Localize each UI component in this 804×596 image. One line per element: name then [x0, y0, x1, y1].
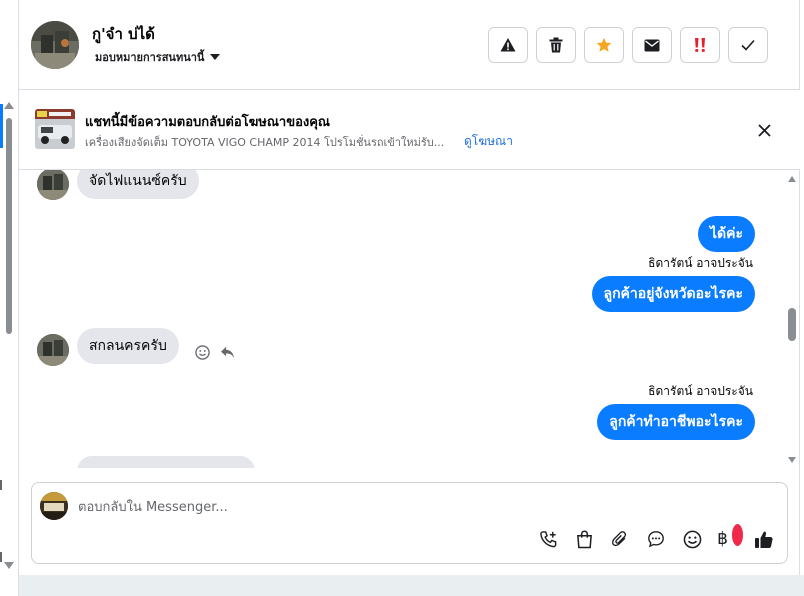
- scroll-up-arrow[interactable]: [788, 176, 796, 182]
- conversation-header: กู'จำ บ่ได้ มอบหมายการสนทนานี้: [19, 0, 800, 90]
- emoji-button[interactable]: [681, 528, 703, 550]
- close-banner-button[interactable]: [753, 119, 775, 141]
- sender-avatar: [37, 170, 69, 200]
- payment-button[interactable]: ฿: [717, 524, 743, 550]
- message-thread[interactable]: จัดไฟแนนซ์ครับ ได้ค่ะ ธิดารัตน์ อาจประจั…: [19, 170, 800, 468]
- header-actions: [488, 27, 768, 63]
- paperclip-icon: [612, 531, 627, 547]
- delete-button[interactable]: [536, 27, 576, 63]
- reply-icon: [221, 346, 234, 359]
- chat-bubble-icon: [648, 531, 664, 548]
- report-spam-button[interactable]: [488, 27, 528, 63]
- shop-button[interactable]: [573, 528, 595, 550]
- conversation-panel: กู'จำ บ่ได้ มอบหมายการสนทนานี้ แชทนี้มีข…: [19, 0, 800, 575]
- list-scrollbar-thumb[interactable]: [6, 118, 12, 334]
- mark-unread-button[interactable]: [632, 27, 672, 63]
- list-edge-mark: [0, 552, 2, 562]
- sender-name: ธิดารัตน์ อาจประจัน: [648, 256, 753, 270]
- incoming-message-partial[interactable]: [77, 456, 255, 468]
- react-button[interactable]: [195, 345, 210, 360]
- message-input[interactable]: [78, 496, 758, 518]
- outgoing-message[interactable]: ได้ค่ะ: [697, 216, 755, 252]
- view-ad-link[interactable]: ดูโฆษณา: [464, 132, 513, 151]
- assign-label: มอบหมายการสนทนานี้: [95, 51, 205, 64]
- notification-dot: [732, 524, 743, 546]
- follow-up-button[interactable]: [680, 27, 720, 63]
- warning-icon: [500, 38, 516, 52]
- window-edge: [800, 0, 804, 575]
- attach-button[interactable]: [609, 528, 631, 550]
- contact-avatar[interactable]: [31, 21, 79, 69]
- double-exclamation-icon: [695, 38, 705, 52]
- incoming-message[interactable]: จัดไฟแนนซ์ครับ: [77, 170, 199, 199]
- list-scroll-up-arrow[interactable]: [4, 102, 14, 109]
- check-icon: [741, 39, 755, 51]
- conversation-list-edge: [0, 0, 19, 596]
- reply-button[interactable]: [220, 346, 235, 359]
- sender-name: ธิดารัตน์ อาจประจัน: [648, 384, 753, 398]
- ad-banner-title: แชทนี้มีข้อความตอบกลับต่อโฆษณาของคุณ: [85, 115, 330, 130]
- assign-conversation-dropdown[interactable]: มอบหมายการสนทนานี้: [95, 48, 221, 66]
- shopping-bag-icon: [576, 530, 592, 548]
- star-button[interactable]: [584, 27, 624, 63]
- scrollbar-thumb[interactable]: [788, 308, 796, 341]
- trash-icon: [549, 37, 563, 53]
- like-button[interactable]: [753, 528, 775, 550]
- sender-avatar: [37, 334, 69, 366]
- outgoing-message[interactable]: ลูกค้าทำอาชีพอะไรคะ: [597, 404, 755, 440]
- baht-icon: ฿: [717, 529, 728, 549]
- message-tools: [195, 345, 235, 360]
- reply-composer: ฿: [31, 482, 788, 564]
- chevron-down-icon: [210, 54, 221, 60]
- outgoing-message[interactable]: ลูกค้าอยู่จังหวัดอะไรคะ: [591, 276, 755, 312]
- phone-plus-icon: [539, 530, 556, 547]
- incoming-message[interactable]: สกลนครครับ: [77, 328, 179, 364]
- emoji-icon: [683, 530, 701, 548]
- page-footer-band: [19, 575, 804, 596]
- ad-description: เครื่องเสียงจัดเต็ม TOYOTA VIGO CHAMP 20…: [85, 136, 445, 149]
- list-scroll-down-arrow[interactable]: [4, 562, 14, 569]
- call-button[interactable]: [537, 528, 559, 550]
- saved-replies-button[interactable]: [645, 528, 667, 550]
- close-icon: [757, 123, 771, 137]
- list-edge-mark: [0, 480, 2, 490]
- contact-name: กู'จำ บ่ได้: [92, 25, 155, 43]
- mark-done-button[interactable]: [728, 27, 768, 63]
- ad-reply-banner: แชทนี้มีข้อความตอบกลับต่อโฆษณาของคุณ เคร…: [19, 90, 800, 170]
- scroll-down-arrow[interactable]: [788, 457, 796, 463]
- thread-scrollbar[interactable]: [787, 170, 797, 468]
- selected-indicator: [0, 104, 3, 148]
- composer-tools: ฿: [537, 524, 775, 550]
- ad-thumbnail: [35, 109, 75, 149]
- emoji-icon: [195, 345, 210, 360]
- thumbs-up-icon: [755, 531, 773, 548]
- star-icon: [596, 37, 612, 52]
- envelope-icon: [644, 39, 660, 51]
- page-avatar: [40, 492, 68, 520]
